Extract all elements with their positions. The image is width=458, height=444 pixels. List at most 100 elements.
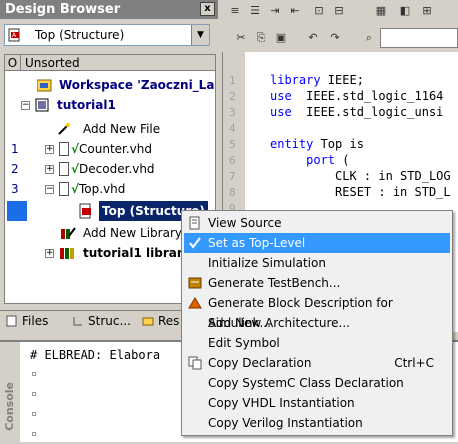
editor-toolbar-1: ≡ ☰ ⇥ ⇤ ⊡ ⊟ ▦ ◧ ⊞ — [222, 0, 458, 22]
workspace-icon — [37, 79, 52, 92]
shortcut-label: Ctrl+C — [394, 356, 434, 370]
folder-icon — [142, 317, 154, 326]
line-number: 6 — [229, 154, 236, 167]
combo-value: Top (Structure) — [35, 28, 125, 42]
library-label: tutorial1 library — [83, 246, 191, 260]
redo-icon[interactable]: ↷ — [326, 29, 344, 47]
tab-files[interactable]: Files — [4, 312, 48, 330]
menu-item-copy-vhdl[interactable]: Copy VHDL Instantiation — [184, 393, 450, 413]
template-icon[interactable]: ◧ — [396, 2, 414, 20]
header-o[interactable]: O — [5, 55, 21, 71]
menu-item-view-source[interactable]: View Source — [184, 213, 450, 233]
console-marker — [32, 412, 36, 416]
uncomment-icon[interactable]: ⊟ — [330, 2, 348, 20]
file-name: Decoder.vhd — [79, 162, 155, 176]
context-menu: View Source Set as Top-Level Initialize … — [181, 210, 453, 436]
collapse-icon[interactable]: − — [21, 101, 30, 110]
indent-icon[interactable]: ⇥ — [266, 2, 284, 20]
add-new-library-label: Add New Library — [83, 226, 182, 240]
add-new-file-label: Add New File — [83, 122, 161, 136]
expand-icon[interactable]: + — [45, 145, 54, 154]
check-icon: √ — [71, 162, 80, 176]
find-icon[interactable]: ⌕ — [360, 29, 378, 47]
code-line: RESET : in STD_L — [270, 185, 451, 199]
check-icon: √ — [71, 182, 80, 196]
simulink-icon — [188, 297, 202, 309]
workspace-label: Workspace 'Zaoczni_Lab1 — [59, 78, 216, 92]
tree-item-add-new-file[interactable]: Add New File — [5, 119, 215, 139]
tree-item-file[interactable]: 3 − √Top.vhd — [5, 179, 215, 199]
menu-item-copy-systemc[interactable]: Copy SystemC Class Declaration — [184, 373, 450, 393]
tree-item-file[interactable]: 2 + √Decoder.vhd — [5, 159, 215, 179]
view-source-icon — [189, 216, 200, 230]
align-left-icon[interactable]: ≡ — [226, 2, 244, 20]
vhdl-file-icon — [59, 142, 69, 156]
menu-item-generate-testbench[interactable]: Generate TestBench... — [184, 273, 450, 293]
find-input[interactable] — [380, 28, 458, 48]
code-line: CLK : in STD_LOG — [270, 169, 451, 183]
expand-icon[interactable]: + — [45, 249, 54, 258]
check-icon: √ — [71, 142, 80, 156]
line-number: 1 — [229, 74, 236, 87]
check-icon — [189, 237, 201, 249]
menu-item-initialize-simulation[interactable]: Initialize Simulation — [184, 253, 450, 273]
undo-icon[interactable]: ↶ — [304, 29, 322, 47]
menu-item-set-top-level[interactable]: Set as Top-Level — [184, 233, 450, 253]
format-icon[interactable]: ⊞ — [418, 2, 436, 20]
copy-icon[interactable]: ⎘ — [252, 29, 270, 47]
file-name: Top.vhd — [79, 182, 126, 196]
menu-item-edit-symbol[interactable]: Edit Symbol — [184, 333, 450, 353]
cut-icon[interactable]: ✂ — [232, 29, 250, 47]
code-line: library IEEE; — [270, 73, 364, 87]
design-browser-title: Design Browser — [0, 0, 218, 19]
file-name: Counter.vhd — [79, 142, 153, 156]
code-line: use IEEE.std_logic_1164 — [270, 89, 444, 103]
console-marker — [32, 432, 36, 436]
tab-structure[interactable]: Struc... — [70, 312, 131, 330]
tree-header: O Unsorted — [5, 55, 215, 71]
file-number: 2 — [11, 162, 19, 176]
expand-icon[interactable]: + — [45, 165, 54, 174]
wizard-icon[interactable]: ▦ — [372, 2, 390, 20]
list-icon[interactable]: ☰ — [246, 2, 264, 20]
comment-icon[interactable]: ⊡ — [310, 2, 328, 20]
tree-item-workspace[interactable]: Workspace 'Zaoczni_Lab1 — [5, 75, 215, 95]
design-label: tutorial1 — [57, 98, 116, 112]
collapse-icon[interactable]: − — [45, 185, 54, 194]
menu-item-copy-verilog[interactable]: Copy Verilog Instantiation — [184, 413, 450, 433]
line-number: 4 — [229, 122, 236, 135]
code-line: port ( — [270, 153, 350, 167]
design-unit-combo[interactable]: A Top (Structure) ▼ — [4, 24, 210, 46]
file-number: 3 — [11, 182, 19, 196]
console-marker — [32, 372, 36, 376]
line-number: 7 — [229, 170, 236, 183]
structure-icon — [73, 317, 82, 326]
outdent-icon[interactable]: ⇤ — [286, 2, 304, 20]
tab-resources[interactable]: Res — [140, 312, 179, 330]
close-button[interactable]: x — [200, 2, 215, 16]
line-number: 2 — [229, 90, 236, 103]
files-icon — [6, 315, 17, 327]
header-sort[interactable]: Unsorted — [25, 55, 80, 71]
architecture-icon: A — [8, 28, 20, 42]
console-marker — [32, 392, 36, 396]
add-file-icon — [58, 123, 70, 135]
code-line: use IEEE.std_logic_unsi — [270, 105, 444, 119]
console-side-tab[interactable]: Console — [0, 342, 20, 444]
testbench-icon — [188, 277, 202, 289]
menu-item-add-new-architecture[interactable]: Add New Architecture... — [184, 313, 450, 333]
editor-toolbar-2: ✂ ⎘ ▣ ↶ ↷ ⌕ — [222, 26, 458, 50]
menu-item-copy-declaration[interactable]: Copy Declaration Ctrl+C — [184, 353, 450, 373]
architecture-icon — [79, 203, 91, 219]
design-icon — [35, 98, 49, 112]
copy-icon — [188, 356, 202, 370]
tree-item-design[interactable]: − tutorial1 — [5, 95, 215, 115]
vhdl-file-icon — [59, 182, 69, 196]
line-number: 3 — [229, 106, 236, 119]
tree-item-file[interactable]: 1 + √Counter.vhd — [5, 139, 215, 159]
chevron-down-icon[interactable]: ▼ — [191, 25, 209, 45]
menu-item-generate-block-description[interactable]: Generate Block Description for Simulink.… — [184, 293, 450, 330]
add-library-icon — [61, 227, 76, 239]
line-number: 8 — [229, 186, 236, 199]
paste-icon[interactable]: ▣ — [272, 29, 290, 47]
